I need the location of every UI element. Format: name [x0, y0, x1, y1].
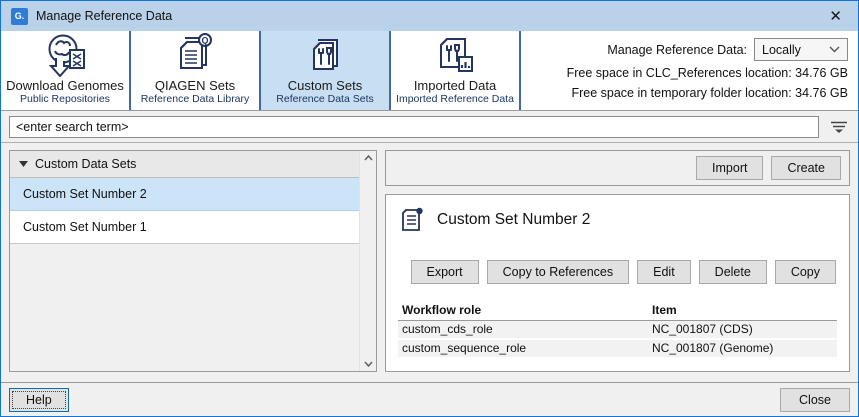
manage-reference-data-dialog: G. Manage Reference Data ✕ Download Geno…	[0, 0, 859, 417]
search-row	[1, 111, 858, 143]
export-button[interactable]: Export	[411, 260, 479, 284]
set-actions-bar: Import Create	[385, 150, 850, 186]
scroll-down-icon[interactable]	[364, 361, 373, 367]
copy-button[interactable]: Copy	[775, 260, 836, 284]
tree-header-custom-data-sets[interactable]: Custom Data Sets	[10, 151, 359, 178]
edit-button[interactable]: Edit	[637, 260, 691, 284]
workflow-role-cell: custom_sequence_role	[398, 339, 648, 358]
list-item-custom-set-1[interactable]: Custom Set Number 1	[10, 211, 359, 244]
column-header-workflow-role: Workflow role	[398, 301, 648, 321]
location-select[interactable]: Locally	[754, 38, 848, 61]
help-button[interactable]: Help	[9, 388, 69, 412]
tab-sublabel: Public Repositories	[20, 93, 110, 106]
chevron-down-icon	[829, 46, 840, 53]
custom-data-sets-tree: Custom Data Sets Custom Set Number 2 Cus…	[10, 151, 359, 371]
titlebar: G. Manage Reference Data ✕	[1, 1, 858, 31]
tab-label: QIAGEN Sets	[155, 78, 235, 93]
globe-download-icon	[42, 32, 88, 78]
free-space-clc-references: Free space in CLC_References location: 3…	[567, 66, 848, 81]
tab-imported-data[interactable]: Imported Data Imported Reference Data	[391, 31, 521, 110]
svg-text:Q: Q	[201, 36, 208, 46]
document-tools-icon	[302, 32, 348, 78]
footer-bar: Help Close	[1, 382, 858, 416]
detail-header: Custom Set Number 2	[398, 206, 837, 234]
filter-icon[interactable]	[829, 119, 849, 135]
tree-header-label: Custom Data Sets	[35, 157, 136, 171]
tab-label: Download Genomes	[6, 78, 124, 93]
column-header-item: Item	[648, 301, 837, 321]
table-row: custom_cds_role NC_001807 (CDS)	[398, 321, 837, 340]
tab-custom-sets[interactable]: Custom Sets Reference Data Sets	[261, 31, 391, 110]
copy-to-references-button[interactable]: Copy to References	[487, 260, 629, 284]
tab-qiagen-sets[interactable]: Q QIAGEN Sets Reference Data Library	[131, 31, 261, 110]
detail-column: Import Create Custom Set Number 2 Export…	[385, 150, 850, 372]
tab-sublabel: Imported Reference Data	[396, 93, 514, 106]
collapse-triangle-icon	[19, 161, 28, 167]
list-item-custom-set-2[interactable]: Custom Set Number 2	[10, 178, 359, 211]
close-button[interactable]: Close	[780, 388, 850, 412]
toolbar-info: Manage Reference Data: Locally Free spac…	[567, 38, 848, 101]
table-header-row: Workflow role Item	[398, 301, 837, 321]
workflow-role-table: Workflow role Item custom_cds_role NC_00…	[398, 301, 837, 359]
window-title: Manage Reference Data	[36, 9, 172, 23]
scroll-up-icon[interactable]	[364, 155, 373, 161]
import-button[interactable]: Import	[696, 156, 763, 180]
tab-label: Custom Sets	[288, 78, 362, 93]
tab-label: Imported Data	[414, 78, 496, 93]
manage-reference-data-label: Manage Reference Data:	[607, 43, 747, 57]
location-select-value: Locally	[762, 43, 801, 57]
document-stack-q-icon: Q	[172, 32, 218, 78]
tab-download-genomes[interactable]: Download Genomes Public Repositories	[1, 31, 131, 110]
list-item-label: Custom Set Number 1	[23, 220, 147, 234]
delete-button[interactable]: Delete	[699, 260, 767, 284]
tab-sublabel: Reference Data Sets	[276, 93, 373, 106]
free-space-temp-folder: Free space in temporary folder location:…	[571, 86, 848, 101]
table-row: custom_sequence_role NC_001807 (Genome)	[398, 339, 837, 358]
detail-set-title: Custom Set Number 2	[437, 211, 590, 229]
custom-data-sets-panel: Custom Data Sets Custom Set Number 2 Cus…	[9, 150, 377, 372]
document-import-chart-icon	[432, 32, 478, 78]
main-area: Custom Data Sets Custom Set Number 2 Cus…	[1, 143, 858, 382]
list-item-label: Custom Set Number 2	[23, 187, 147, 201]
item-cell: NC_001807 (Genome)	[648, 339, 837, 358]
search-input[interactable]	[9, 116, 819, 138]
toolbar: Download Genomes Public Repositories Q Q…	[1, 31, 858, 111]
vertical-scrollbar[interactable]	[359, 151, 376, 371]
item-cell: NC_001807 (CDS)	[648, 321, 837, 340]
clipboard-badge-icon	[398, 206, 426, 234]
workflow-role-cell: custom_cds_role	[398, 321, 648, 340]
custom-set-detail-box: Custom Set Number 2 Export Copy to Refer…	[385, 194, 850, 372]
window-close-icon[interactable]: ✕	[823, 9, 848, 24]
tab-sublabel: Reference Data Library	[141, 93, 250, 106]
detail-buttons-row: Export Copy to References Edit Delete Co…	[398, 260, 837, 284]
app-icon: G.	[11, 8, 28, 25]
create-button[interactable]: Create	[771, 156, 841, 180]
